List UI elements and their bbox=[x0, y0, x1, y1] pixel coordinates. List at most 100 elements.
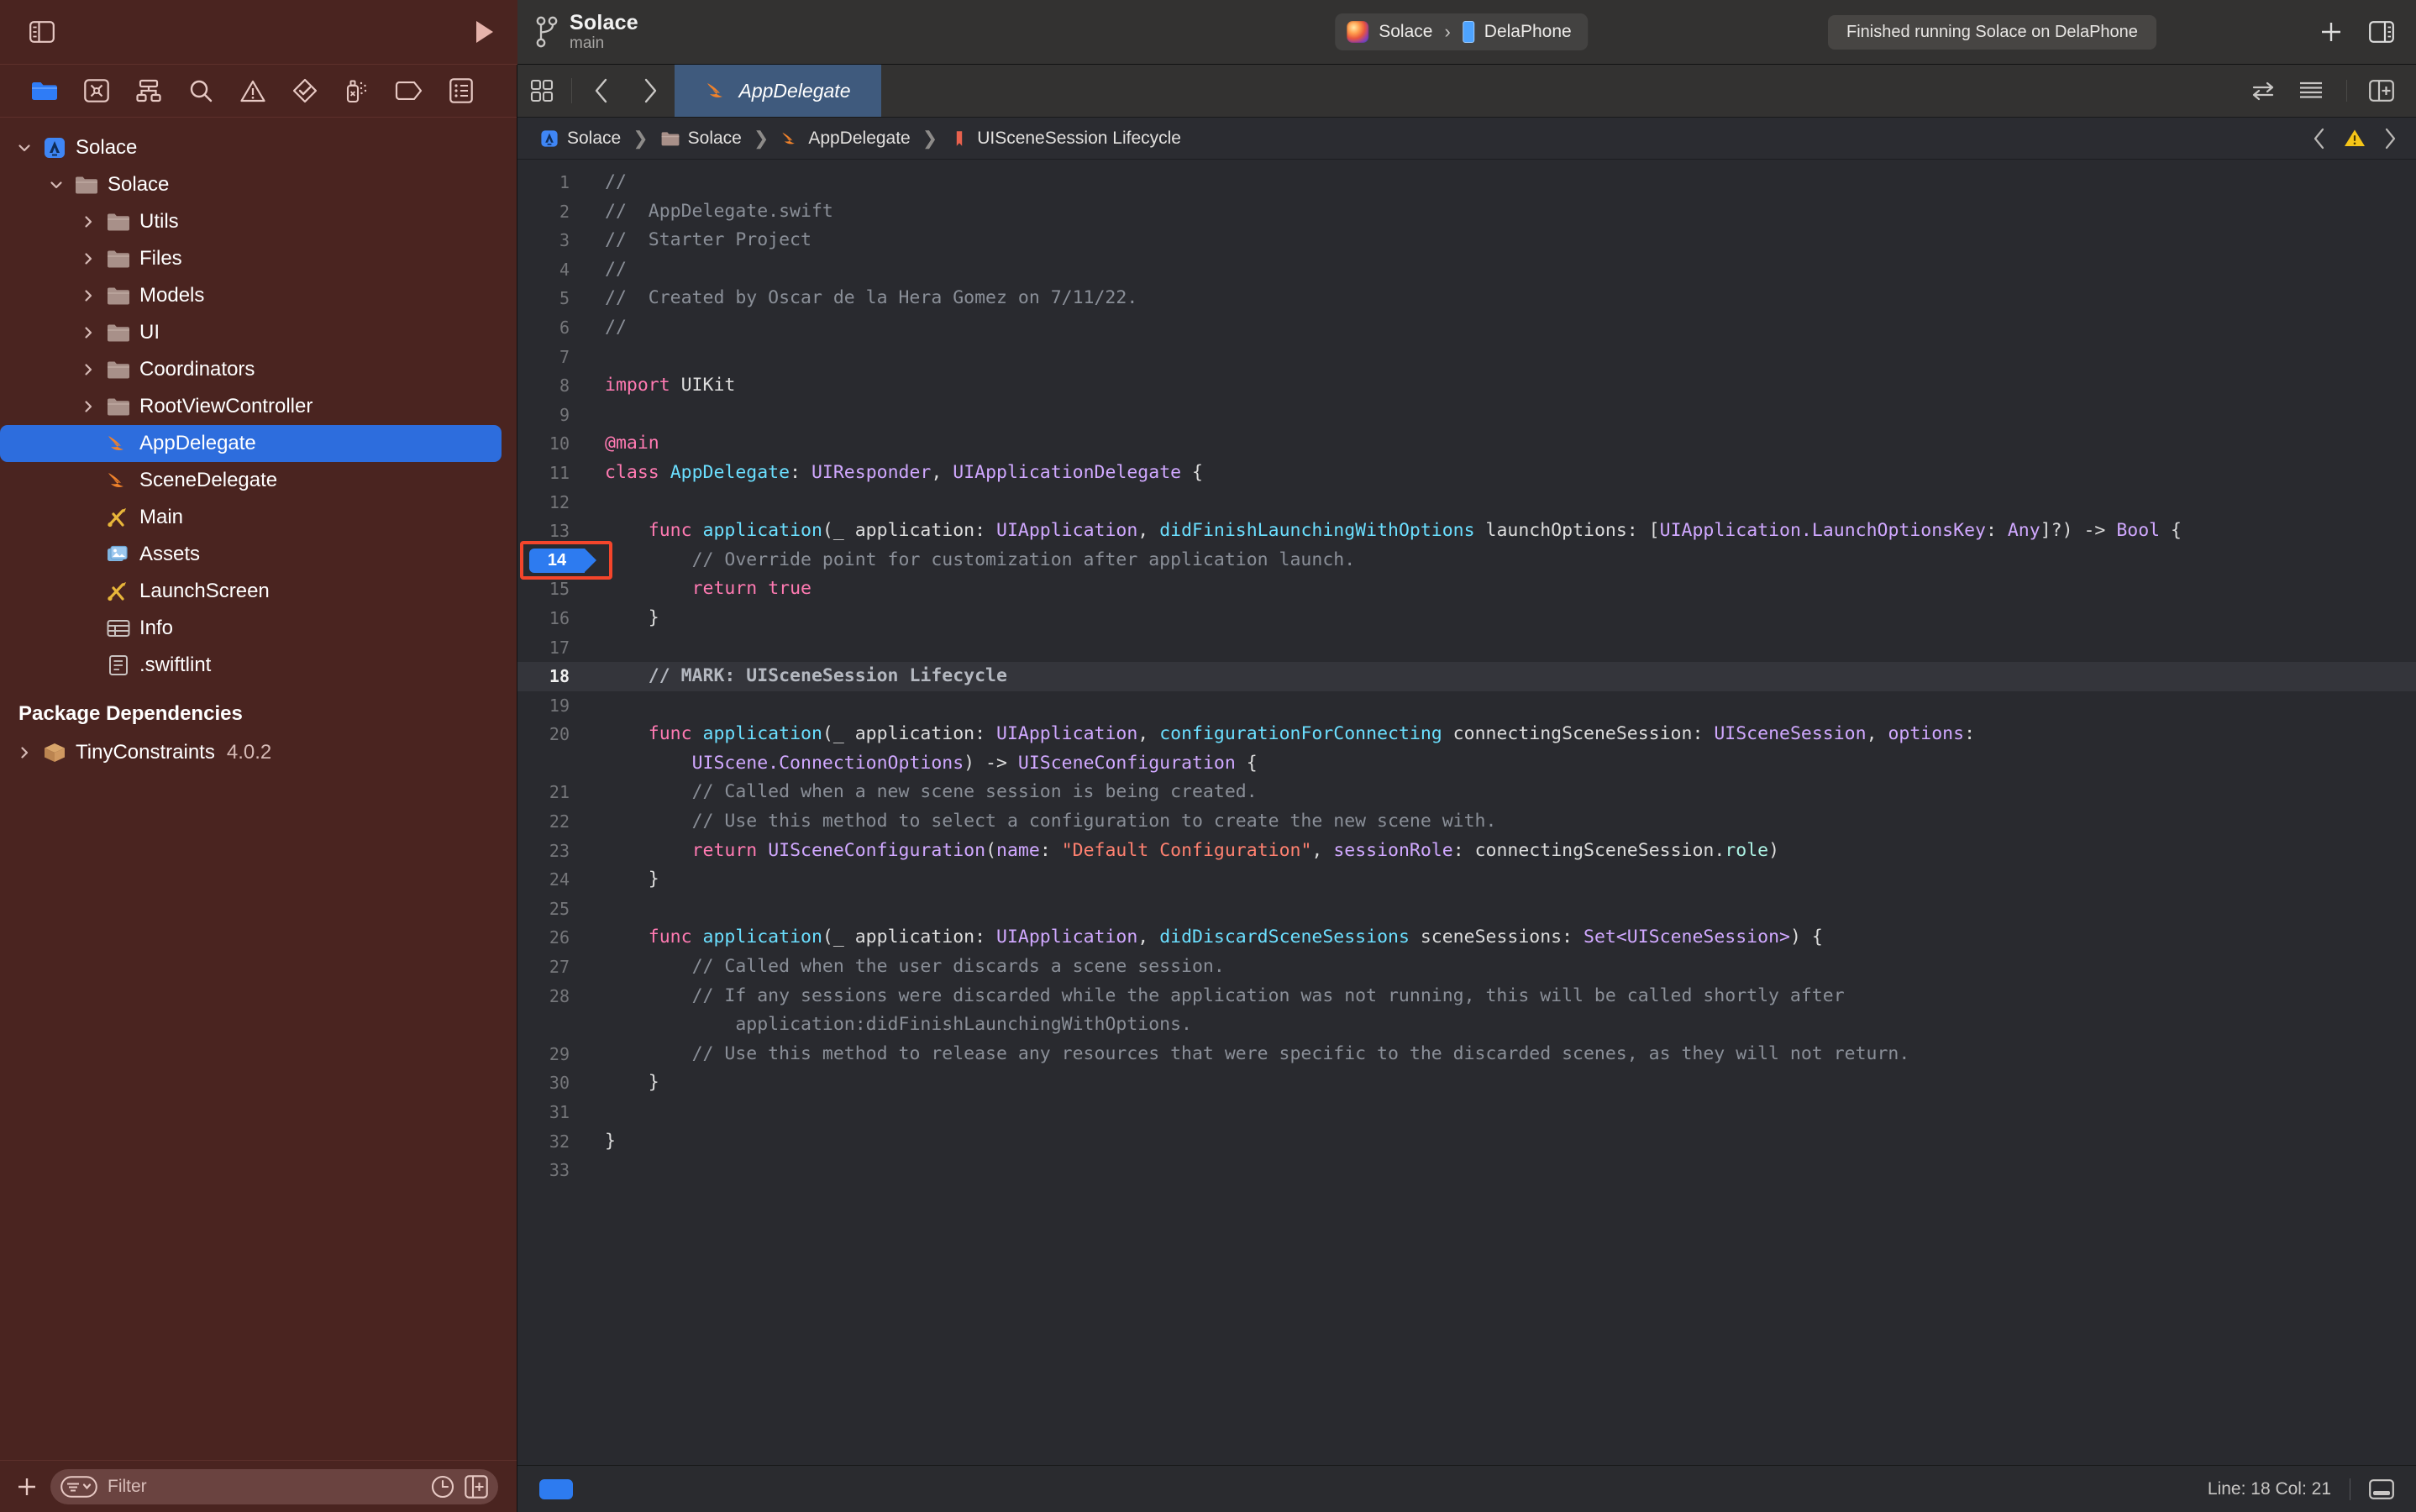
sidebar-item-symbol-navigator[interactable] bbox=[123, 71, 175, 110]
line-number[interactable]: 20 bbox=[517, 720, 585, 749]
run-icon[interactable] bbox=[474, 19, 496, 45]
line-number[interactable]: 10 bbox=[517, 429, 585, 459]
chevron-right-icon[interactable] bbox=[2382, 128, 2398, 150]
sidebar-item-launchscreen[interactable]: LaunchScreen bbox=[0, 573, 502, 610]
tab-appdelegate[interactable]: AppDelegate bbox=[675, 65, 881, 117]
line-number[interactable]: 24 bbox=[517, 865, 585, 895]
branch-indicator[interactable]: Solace main bbox=[536, 11, 638, 52]
sidebar-item-utils[interactable]: Utils bbox=[0, 203, 502, 240]
chevron-right-icon[interactable] bbox=[76, 214, 101, 229]
plus-icon[interactable] bbox=[2319, 19, 2344, 45]
line-number[interactable]: 5 bbox=[517, 284, 585, 313]
search-input[interactable]: Filter bbox=[50, 1468, 498, 1504]
line-number[interactable]: 4 bbox=[517, 255, 585, 285]
sidebar-item-test-navigator[interactable] bbox=[279, 71, 331, 110]
breakpoint-marker[interactable]: 14 bbox=[529, 548, 596, 573]
scheme-destination-selector[interactable]: Solace › DelaPhone bbox=[1335, 13, 1589, 50]
chevron-right-icon[interactable] bbox=[76, 325, 101, 340]
warning-triangle-icon[interactable] bbox=[2344, 129, 2366, 148]
code-line[interactable]: 9 bbox=[517, 401, 2416, 430]
code-line[interactable]: 8 import UIKit bbox=[517, 371, 2416, 401]
code-line[interactable]: 30 } bbox=[517, 1068, 2416, 1098]
line-number[interactable]: 19 bbox=[517, 691, 585, 721]
sidebar-item-find-navigator[interactable] bbox=[175, 71, 227, 110]
breadcrumb[interactable]: Solace ❯ Solace ❯ AppDelegate ❯ UISceneSession… bbox=[517, 118, 2416, 160]
code-line[interactable]: 13 func application(_ application: UIApp… bbox=[517, 517, 2416, 546]
chevron-right-icon[interactable] bbox=[76, 362, 101, 377]
line-number[interactable]: 21 bbox=[517, 778, 585, 807]
sidebar-item-main[interactable]: Main bbox=[0, 499, 502, 536]
line-number[interactable]: 18 bbox=[517, 662, 585, 691]
code-line[interactable]: 15 return true bbox=[517, 575, 2416, 604]
line-number[interactable]: 33 bbox=[517, 1156, 585, 1185]
code-line[interactable]: 21 // Called when a new scene session is… bbox=[517, 778, 2416, 807]
sidebar-item-issue-navigator[interactable] bbox=[227, 71, 279, 110]
line-number[interactable]: 7 bbox=[517, 343, 585, 372]
code-line[interactable]: 3 // Starter Project bbox=[517, 226, 2416, 255]
code-line[interactable]: 29 // Use this method to release any res… bbox=[517, 1040, 2416, 1069]
code-line[interactable]: 7 bbox=[517, 343, 2416, 372]
code-line[interactable]: 5 // Created by Oscar de la Hera Gomez on… bbox=[517, 284, 2416, 313]
chevron-right-icon[interactable] bbox=[626, 65, 675, 117]
sidebar-item-solace[interactable]: Solace bbox=[0, 166, 502, 203]
code-line[interactable]: 27 // Called when the user discards a sc… bbox=[517, 953, 2416, 982]
filter-menu-icon[interactable] bbox=[60, 1475, 97, 1498]
code-line[interactable]: 11 class AppDelegate: UIResponder, UIAppl… bbox=[517, 459, 2416, 488]
code-line[interactable]: 14 // Override point for customization a… bbox=[517, 540, 2416, 580]
code-line[interactable]: 23 return UISceneConfiguration(name: "De… bbox=[517, 837, 2416, 866]
code-line[interactable]: 12 bbox=[517, 488, 2416, 517]
line-number[interactable]: 27 bbox=[517, 953, 585, 982]
code-line[interactable]: 16 } bbox=[517, 604, 2416, 633]
line-number[interactable]: 12 bbox=[517, 488, 585, 517]
line-number[interactable]: 17 bbox=[517, 633, 585, 663]
clock-icon[interactable] bbox=[431, 1475, 454, 1499]
line-number[interactable]: 3 bbox=[517, 226, 585, 255]
sidebar-item-breakpoint-navigator[interactable] bbox=[383, 71, 435, 110]
sidebar-item-report-navigator[interactable] bbox=[435, 71, 487, 110]
swap-arrows-icon[interactable] bbox=[2251, 80, 2276, 102]
line-number[interactable]: 16 bbox=[517, 604, 585, 633]
code-line[interactable]: 28 // If any sessions were discarded whi… bbox=[517, 982, 2416, 1011]
plus-icon[interactable] bbox=[15, 1475, 39, 1499]
sidebar-item-appdelegate[interactable]: AppDelegate bbox=[0, 425, 502, 462]
line-number[interactable]: 23 bbox=[517, 837, 585, 866]
sidebar-item-rootviewcontroller[interactable]: RootViewController bbox=[0, 388, 502, 425]
sidebar-item-scenedelegate[interactable]: SceneDelegate bbox=[0, 462, 502, 499]
code-line[interactable]: 4 // bbox=[517, 255, 2416, 285]
sidebar-item-solace[interactable]: Solace bbox=[0, 129, 502, 166]
breadcrumb-item-solace[interactable]: Solace bbox=[539, 129, 621, 149]
sidebar-item-debug-navigator[interactable] bbox=[331, 71, 383, 110]
line-number[interactable]: 29 bbox=[517, 1040, 585, 1069]
lines-icon[interactable] bbox=[2298, 80, 2324, 102]
line-number[interactable]: 9 bbox=[517, 401, 585, 430]
tab-grid-icon[interactable] bbox=[517, 65, 566, 117]
chevron-right-icon[interactable] bbox=[12, 745, 37, 760]
code-line[interactable]: 20 func application(_ application: UIApp… bbox=[517, 720, 2416, 749]
scheme-target-label[interactable]: Solace bbox=[1379, 22, 1432, 42]
sidebar-item-models[interactable]: Models bbox=[0, 277, 502, 314]
chevron-left-icon[interactable] bbox=[577, 65, 626, 117]
inspector-toggle-icon[interactable] bbox=[2369, 21, 2394, 43]
line-number[interactable]: 2 bbox=[517, 197, 585, 227]
line-number[interactable]: 32 bbox=[517, 1127, 585, 1157]
sidebar-item-tinyconstraints[interactable]: TinyConstraints 4.0.2 bbox=[0, 734, 502, 771]
breadcrumb-item-appdelegate[interactable]: AppDelegate bbox=[780, 129, 911, 149]
sidebar-item-assets[interactable]: Assets bbox=[0, 536, 502, 573]
line-number[interactable]: 8 bbox=[517, 371, 585, 401]
line-number[interactable]: 25 bbox=[517, 895, 585, 924]
code-line[interactable]: 2 // AppDelegate.swift bbox=[517, 197, 2416, 227]
project-file-tree[interactable]: Solace Solace Utils Files Models UI Coordinato… bbox=[0, 118, 517, 1460]
sidebar-item-coordinators[interactable]: Coordinators bbox=[0, 351, 502, 388]
code-line[interactable]: 33 bbox=[517, 1156, 2416, 1185]
breadcrumb-item-solace[interactable]: Solace bbox=[660, 129, 742, 149]
line-number[interactable]: 6 bbox=[517, 313, 585, 343]
code-line[interactable]: 6 // bbox=[517, 313, 2416, 343]
add-editor-icon[interactable] bbox=[2369, 80, 2394, 102]
sidebar-item-ui[interactable]: UI bbox=[0, 314, 502, 351]
chevron-right-icon[interactable] bbox=[76, 288, 101, 303]
chevron-down-icon[interactable] bbox=[44, 177, 69, 192]
sidebar-item-project-navigator[interactable] bbox=[18, 71, 71, 110]
code-line[interactable]: 17 bbox=[517, 633, 2416, 663]
code-line[interactable]: 19 bbox=[517, 691, 2416, 721]
chevron-down-icon[interactable] bbox=[12, 140, 37, 155]
